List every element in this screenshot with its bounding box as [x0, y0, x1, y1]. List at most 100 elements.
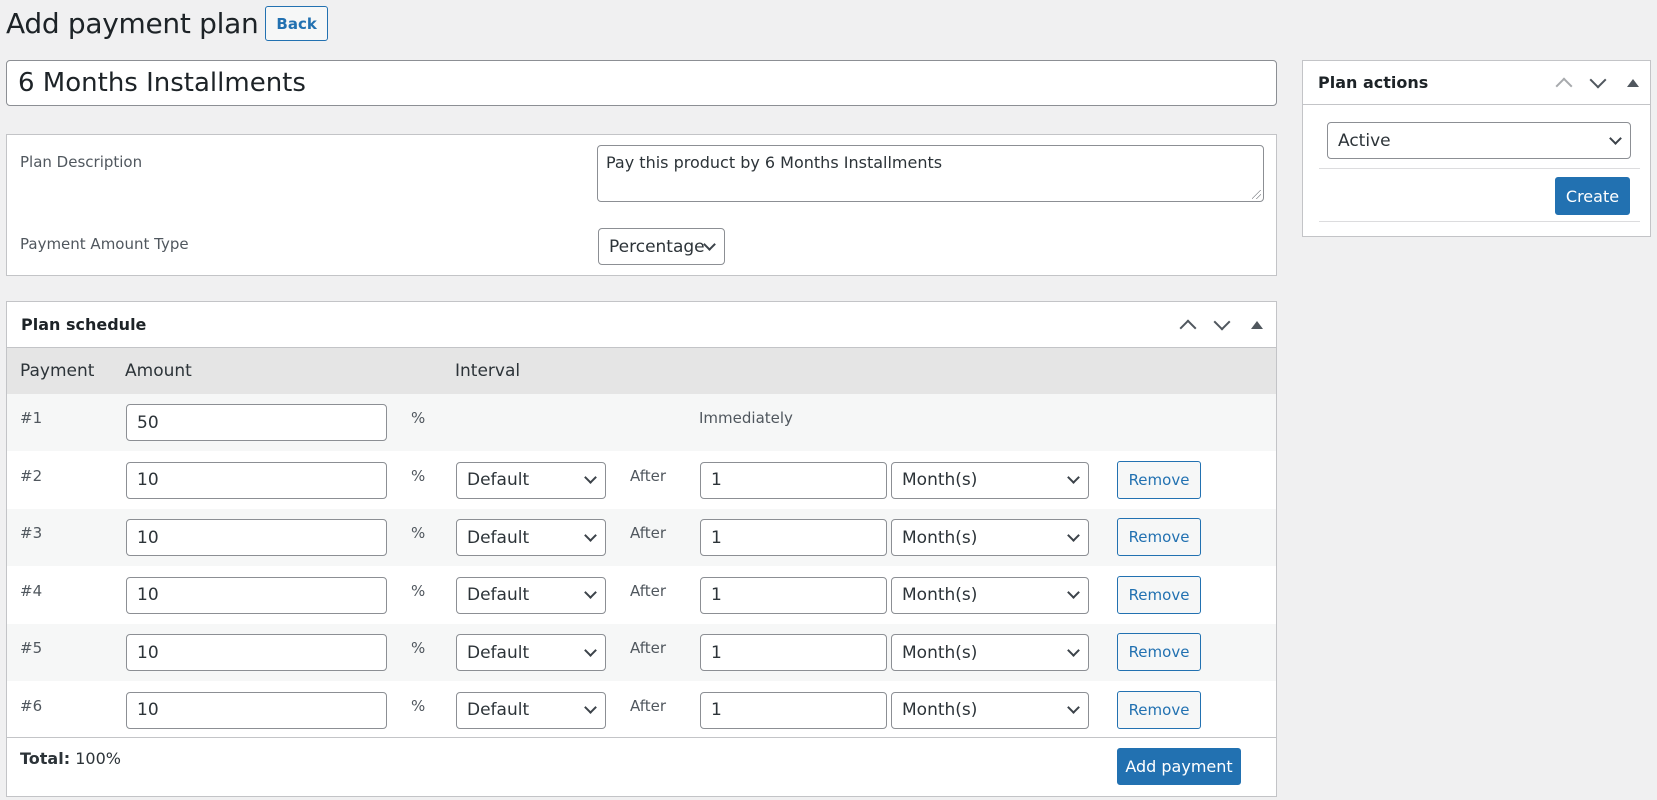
- after-label: After: [630, 524, 667, 542]
- remove-payment-button[interactable]: Remove: [1117, 633, 1201, 671]
- remove-payment-button[interactable]: Remove: [1117, 575, 1201, 614]
- payment-number: #1: [20, 409, 43, 427]
- payment-number: #4: [20, 581, 43, 600]
- plan-description-value: Pay this product by 6 Months Installment…: [606, 153, 943, 172]
- amount-input[interactable]: 50: [126, 404, 387, 441]
- back-button[interactable]: Back: [265, 6, 328, 41]
- interval-period-value: Month(s): [902, 642, 978, 663]
- interval-period-select[interactable]: Month(s): [891, 691, 1089, 729]
- interval-type-select[interactable]: Default: [456, 691, 606, 729]
- remove-payment-button[interactable]: Remove: [1117, 518, 1201, 556]
- schedule-row: #3 10% Default After 1 Month(s) Remove: [7, 509, 1276, 566]
- chevron-down-icon: [1067, 471, 1080, 484]
- chevron-down-icon: [1067, 586, 1080, 599]
- interval-period-value: Month(s): [902, 585, 978, 605]
- plan-schedule-title: Plan schedule: [21, 315, 147, 334]
- chevron-down-icon: [703, 237, 716, 251]
- chevron-down-icon: [1067, 643, 1080, 657]
- immediately-label: Immediately: [699, 409, 793, 427]
- interval-type-select[interactable]: Default: [456, 519, 606, 556]
- move-up-icon[interactable]: [1554, 73, 1574, 93]
- after-label: After: [630, 466, 667, 485]
- resize-grip-icon[interactable]: [1252, 190, 1261, 199]
- interval-count-input[interactable]: 1: [700, 519, 887, 556]
- after-label: After: [630, 696, 667, 715]
- payment-amount-type-label: Payment Amount Type: [20, 235, 189, 253]
- percent-symbol: %: [411, 581, 426, 600]
- after-label: After: [630, 581, 667, 600]
- footer-divider: [7, 737, 1276, 738]
- amount-input[interactable]: 10: [126, 576, 387, 614]
- interval-period-select[interactable]: Month(s): [891, 576, 1089, 614]
- move-down-icon[interactable]: [1212, 315, 1232, 335]
- chevron-down-icon: [584, 701, 597, 714]
- payment-number: #2: [20, 466, 43, 485]
- interval-type-select[interactable]: Default: [456, 576, 606, 614]
- payment-number: #3: [20, 524, 43, 542]
- toggle-panel-icon[interactable]: [1246, 315, 1266, 335]
- interval-count-input[interactable]: 1: [700, 691, 887, 729]
- chevron-down-icon: [584, 586, 597, 599]
- total-readout: Total: 100%: [20, 749, 121, 768]
- plan-description-textarea[interactable]: Pay this product by 6 Months Installment…: [597, 145, 1264, 202]
- add-payment-button[interactable]: Add payment: [1117, 748, 1241, 785]
- total-label: Total:: [20, 749, 71, 768]
- chevron-down-icon: [1067, 528, 1080, 542]
- interval-period-value: Month(s): [902, 527, 978, 548]
- actions-divider: [1319, 221, 1640, 222]
- toggle-panel-icon[interactable]: [1622, 73, 1642, 93]
- schedule-row: #6 10% Default After 1 Month(s) Remove: [7, 681, 1276, 739]
- amount-input[interactable]: 10: [126, 691, 387, 729]
- interval-period-select[interactable]: Month(s): [891, 519, 1089, 556]
- schedule-table-header: Payment Amount Interval: [7, 348, 1276, 394]
- interval-type-value: Default: [467, 700, 530, 720]
- amount-input[interactable]: 10: [126, 519, 387, 556]
- interval-period-select[interactable]: Month(s): [891, 461, 1089, 499]
- move-down-icon[interactable]: [1588, 73, 1608, 93]
- plan-status-select[interactable]: Active: [1327, 122, 1631, 159]
- interval-type-select[interactable]: Default: [456, 634, 606, 671]
- interval-period-value: Month(s): [902, 470, 978, 490]
- payment-amount-type-value: Percentage: [609, 236, 705, 257]
- plan-name-input[interactable]: 6 Months Installments: [6, 60, 1277, 106]
- payment-number: #6: [20, 696, 43, 715]
- page-title: Add payment plan: [6, 7, 259, 40]
- schedule-row: #4 10% Default After 1 Month(s) Remove: [7, 566, 1276, 624]
- amount-input[interactable]: 10: [126, 634, 387, 671]
- create-button[interactable]: Create: [1555, 177, 1630, 215]
- percent-symbol: %: [411, 466, 426, 485]
- plan-details-box: Plan Description Pay this product by 6 M…: [6, 134, 1277, 276]
- interval-count-input[interactable]: 1: [700, 461, 887, 499]
- remove-payment-button[interactable]: Remove: [1117, 460, 1201, 499]
- percent-symbol: %: [411, 639, 426, 657]
- chevron-down-icon: [584, 643, 597, 657]
- payment-number: #5: [20, 639, 43, 657]
- schedule-row: #1 50 % Immediately: [7, 394, 1276, 451]
- total-value: 100%: [75, 749, 121, 768]
- chevron-down-icon: [584, 528, 597, 542]
- column-header-interval: Interval: [455, 361, 521, 381]
- interval-period-select[interactable]: Month(s): [891, 634, 1089, 671]
- column-header-amount: Amount: [125, 361, 192, 381]
- chevron-down-icon: [1067, 701, 1080, 714]
- interval-count-input[interactable]: 1: [700, 634, 887, 671]
- plan-status-value: Active: [1338, 130, 1391, 151]
- interval-type-value: Default: [467, 527, 530, 548]
- interval-type-select[interactable]: Default: [456, 461, 606, 499]
- plan-schedule-header: Plan schedule: [7, 302, 1276, 348]
- plan-description-label: Plan Description: [20, 153, 143, 171]
- interval-type-value: Default: [467, 470, 530, 490]
- move-up-icon[interactable]: [1178, 315, 1198, 335]
- plan-actions-header: Plan actions: [1303, 61, 1650, 105]
- interval-type-value: Default: [467, 585, 530, 605]
- interval-type-value: Default: [467, 642, 530, 663]
- payment-amount-type-select[interactable]: Percentage: [598, 228, 725, 265]
- remove-payment-button[interactable]: Remove: [1117, 690, 1201, 729]
- percent-symbol: %: [411, 696, 426, 715]
- plan-schedule-box: Plan schedule Payment Amount Interval #1…: [6, 301, 1277, 797]
- page-header: Add payment plan Back: [6, 6, 328, 41]
- amount-input[interactable]: 10: [126, 461, 387, 499]
- plan-actions-title: Plan actions: [1318, 73, 1429, 92]
- interval-count-input[interactable]: 1: [700, 576, 887, 614]
- column-header-payment: Payment: [20, 361, 95, 381]
